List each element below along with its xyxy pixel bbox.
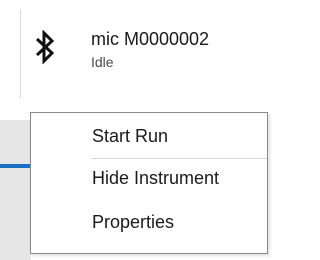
menu-item-label: Properties [92,212,175,232]
menu-item-label: Hide Instrument [92,168,220,188]
tile-divider [20,10,21,98]
instrument-status: Idle [91,54,114,70]
menu-item-properties[interactable]: Properties [31,203,267,239]
context-menu: Start Run Hide Instrument Properties [30,112,268,254]
menu-item-start-run[interactable]: Start Run [31,117,267,153]
page: mic M0000002 Idle Start Run Hide Instrum… [0,0,270,260]
bluetooth-icon [35,30,55,64]
instrument-name: mic M0000002 [91,29,210,49]
menu-item-label: Start Run [92,126,169,146]
background-accent-bar [0,164,31,168]
menu-item-hide-instrument[interactable]: Hide Instrument [31,159,267,195]
background-panel [0,120,31,260]
instrument-tile[interactable]: mic M0000002 Idle [20,0,270,98]
